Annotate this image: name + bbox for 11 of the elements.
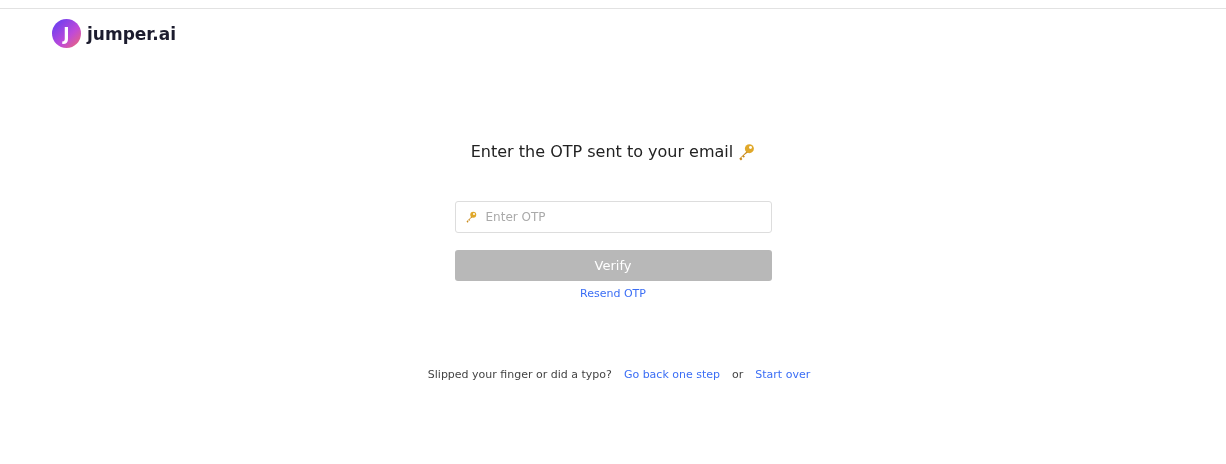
back-link[interactable]: Go back one step xyxy=(623,368,721,381)
resend-link[interactable]: Resend OTP xyxy=(580,287,646,300)
key-icon xyxy=(464,211,477,223)
otp-field[interactable]: Enter OTP xyxy=(454,201,772,233)
restart-link[interactable]: Start over xyxy=(755,368,811,381)
footer-text: Slipped your finger or did a typo? xyxy=(427,368,612,381)
brand-name: jumper.ai xyxy=(87,23,177,44)
separator-text: or xyxy=(732,368,744,381)
key-icon xyxy=(737,142,756,161)
logo-icon: J xyxy=(52,19,81,48)
page-heading: Enter the OTP sent to your email xyxy=(470,142,734,161)
